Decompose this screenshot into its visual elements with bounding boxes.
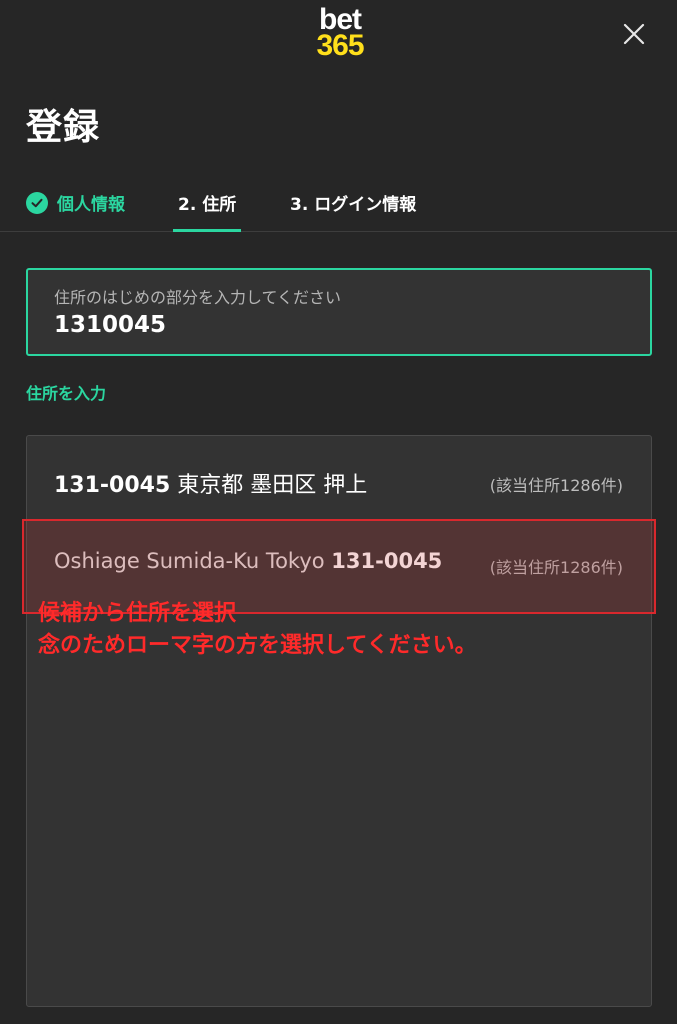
match-count: (該当住所1286件) [489,476,623,495]
close-button[interactable] [622,22,646,46]
annotation-text: 候補から住所を選択 念のためローマ字の方を選択してください。 [38,598,477,662]
page-title: 登録 [26,107,101,148]
suggestion-item-japanese[interactable]: 131-0045 東京都 墨田区 押上 (該当住所1286件) [27,439,651,519]
step-personal-info[interactable]: 個人情報 [26,190,125,215]
suggestion-address: 131-0045 東京都 墨田区 押上 [54,467,464,499]
active-step-indicator [173,229,241,232]
checkmark-icon [26,191,48,214]
postal-code: 131-0045 [54,473,171,498]
step-address[interactable]: 2. 住所 [178,190,236,215]
address-field-value[interactable]: 1310045 [54,312,166,338]
step-login-info[interactable]: 3. ログイン情報 [290,190,416,215]
annotation-line-2: 念のためローマ字の方を選択してください。 [38,633,477,658]
address-search-input[interactable]: 住所のはじめの部分を入力してください 1310045 [26,268,652,356]
bet365-logo: bet 365 [309,5,371,63]
address-field-label: 住所のはじめの部分を入力してください [54,288,342,307]
registration-steps: 個人情報 2. 住所 3. ログイン情報 [0,180,677,232]
registration-page: bet 365 登録 個人情報 2. 住所 3. ログイン情報 住所のはじめの部… [0,0,677,1024]
logo-text-365: 365 [316,29,364,62]
step-label: 個人情報 [57,195,125,215]
annotation-line-1: 候補から住所を選択 [38,601,237,626]
address-text: 東京都 墨田区 押上 [170,473,368,498]
manual-address-entry-link[interactable]: 住所を入力 [26,380,106,404]
close-icon [623,23,645,45]
